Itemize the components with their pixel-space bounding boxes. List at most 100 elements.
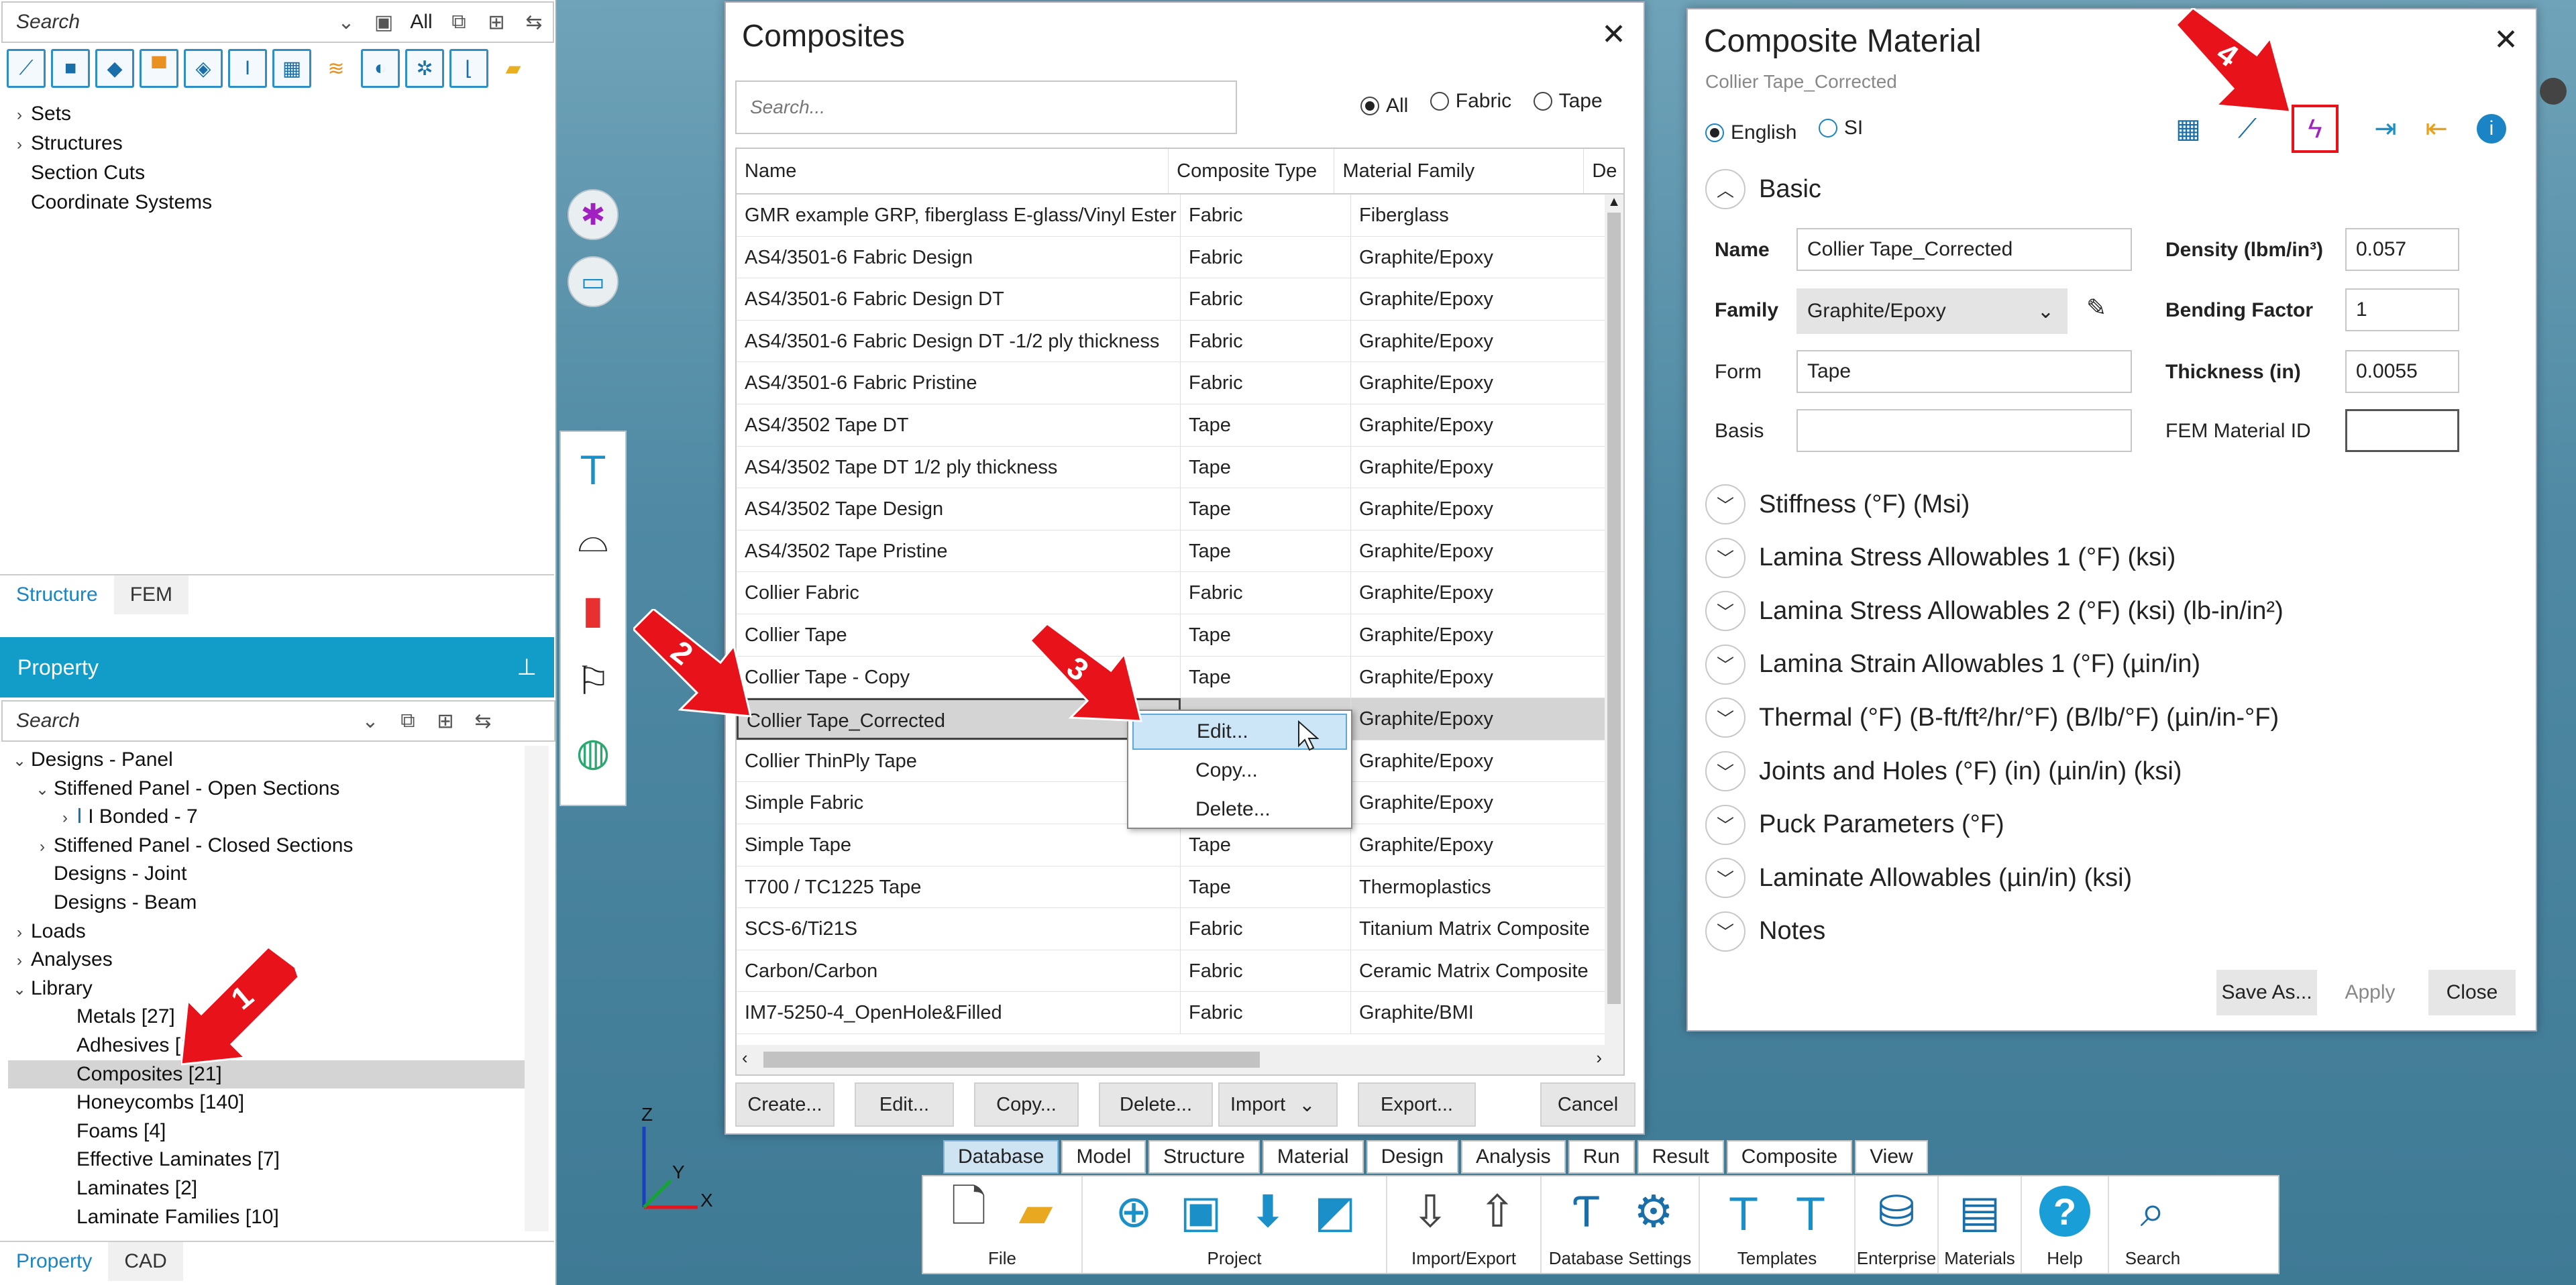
material-section-header[interactable]: ﹀ Stiffness (°F) (Msi) bbox=[1705, 484, 1970, 524]
property-tree-item[interactable]: ⌄ Designs - Panel bbox=[8, 746, 525, 775]
property-tree-item[interactable]: Laminates [2] bbox=[8, 1174, 525, 1203]
project-download-icon[interactable]: ⬇ bbox=[1240, 1183, 1296, 1239]
chevron-down-icon[interactable]: ﹀ bbox=[1705, 484, 1746, 524]
table-row[interactable]: Collier Fabric Fabric Graphite/Epoxy bbox=[737, 572, 1623, 614]
close-button[interactable]: Close bbox=[2428, 970, 2516, 1015]
help-icon[interactable]: ? bbox=[2037, 1183, 2093, 1239]
property-tree-item[interactable]: Designs - Joint bbox=[8, 860, 525, 889]
property-tree-item[interactable]: Honeycombs [140] bbox=[8, 1088, 525, 1117]
property-tree-item[interactable]: Effective Laminates [7] bbox=[8, 1146, 525, 1174]
chevron-down-icon[interactable]: ﹀ bbox=[1705, 591, 1746, 632]
caret-right-icon[interactable]: › bbox=[8, 101, 31, 130]
caret-right-icon[interactable]: › bbox=[54, 804, 76, 833]
table-row[interactable]: AS4/3501-6 Fabric Design DT -1/2 ply thi… bbox=[737, 320, 1623, 363]
property-tree-scrollbar[interactable] bbox=[525, 746, 549, 1231]
filter-all-button[interactable]: All bbox=[402, 3, 440, 41]
table-row[interactable]: SCS-6/Ti21S Fabric Titanium Matrix Composi… bbox=[737, 908, 1623, 950]
close-icon[interactable]: ✕ bbox=[1601, 17, 1626, 52]
scroll-right-icon[interactable]: › bbox=[1596, 1048, 1602, 1068]
scene-widget-icon[interactable] bbox=[2540, 78, 2567, 105]
tab-property[interactable]: Property bbox=[0, 1242, 109, 1281]
glasses-icon[interactable]: ⌓ bbox=[561, 503, 625, 574]
ribbon-tab[interactable]: Model bbox=[1061, 1140, 1146, 1174]
save-as-button[interactable]: Save As... bbox=[2216, 970, 2317, 1015]
box-icon[interactable]: ▦ bbox=[272, 49, 311, 88]
joint-icon[interactable]: ◐ bbox=[361, 49, 400, 88]
asterisk-icon[interactable]: ✱ bbox=[568, 189, 619, 240]
folder-icon[interactable]: ▰ bbox=[494, 49, 533, 88]
donut-chart-icon[interactable]: ◍ bbox=[561, 716, 625, 787]
unit-radio-si[interactable]: SI bbox=[1818, 117, 1863, 139]
new-file-icon[interactable]: 🗋 bbox=[941, 1181, 997, 1239]
chevron-up-icon[interactable]: ︿ bbox=[1705, 169, 1746, 209]
caret-right-icon[interactable]: › bbox=[8, 130, 31, 160]
property-tree-item[interactable]: Designs - Beam bbox=[8, 889, 525, 917]
bending-factor-field[interactable]: 1 bbox=[2345, 288, 2459, 331]
table-row[interactable]: Simple Tape Tape Graphite/Epoxy bbox=[737, 824, 1623, 867]
material-section-header[interactable]: ﹀ Lamina Stress Allowables 1 (°F) (ksi) bbox=[1705, 537, 2176, 578]
chevron-down-icon[interactable]: ﹀ bbox=[1705, 697, 1746, 738]
flag-icon[interactable]: ⚐ bbox=[561, 645, 625, 716]
table-row[interactable]: T700 / TC1225 Tape Tape Thermoplastics bbox=[737, 866, 1623, 909]
material-section-header[interactable]: ﹀ Lamina Strain Allowables 1 (°F) (µin/in… bbox=[1705, 644, 2200, 685]
property-tree-item[interactable]: › Loads bbox=[8, 917, 525, 946]
stiffener-icon[interactable]: ▀ bbox=[140, 49, 178, 88]
template-stack-icon[interactable]: Ｔ bbox=[1782, 1183, 1839, 1239]
export-arrow-icon[interactable]: ⇥ bbox=[2365, 109, 2406, 149]
package-icon[interactable]: ◩ bbox=[1307, 1183, 1363, 1239]
tree-item-sets[interactable]: › Sets bbox=[8, 99, 547, 129]
column-header-description[interactable]: De bbox=[1584, 149, 1623, 193]
search-icon[interactable]: ⌕ bbox=[2125, 1183, 2181, 1239]
table-row[interactable]: AS4/3502 Tape Pristine Tape Graphite/Epoxy bbox=[737, 530, 1623, 573]
context-menu-copy[interactable]: Copy... bbox=[1132, 752, 1347, 789]
caret-down-icon[interactable]: ⌄ bbox=[8, 747, 31, 776]
hierarchy-icon[interactable]: ⊞ bbox=[427, 702, 464, 740]
caret-down-icon[interactable]: ⌄ bbox=[8, 976, 31, 1005]
tree-item-coordinate-systems[interactable]: Coordinate Systems bbox=[8, 188, 547, 217]
copy-button[interactable]: Copy... bbox=[974, 1082, 1079, 1127]
family-dropdown[interactable]: Graphite/Epoxy ⌄ bbox=[1796, 288, 2068, 334]
table-horizontal-scrollbar[interactable]: ‹ › bbox=[737, 1045, 1607, 1074]
edit-button[interactable]: Edit... bbox=[855, 1082, 954, 1127]
table-row[interactable]: AS4/3502 Tape Design Tape Graphite/Epoxy bbox=[737, 488, 1623, 530]
form-field[interactable]: Tape bbox=[1796, 350, 2132, 393]
table-row[interactable]: Carbon/Carbon Fabric Ceramic Matrix Compos… bbox=[737, 950, 1623, 993]
chevron-down-icon[interactable]: ﹀ bbox=[1705, 804, 1746, 845]
tree-item-section-cuts[interactable]: Section Cuts bbox=[8, 158, 547, 188]
template-icon[interactable]: Ｔ bbox=[1715, 1183, 1772, 1239]
copy-icon[interactable]: ⧉ bbox=[389, 702, 427, 740]
layers-icon[interactable]: ≋ bbox=[317, 49, 356, 88]
scroll-thumb-horizontal[interactable] bbox=[763, 1052, 1260, 1068]
column-header-name[interactable]: Name bbox=[737, 149, 1169, 193]
table-row[interactable]: IM7-5250-4_OpenHole&Filled Fabric Graphite… bbox=[737, 992, 1623, 1034]
filter-radio-all[interactable]: All bbox=[1360, 95, 1408, 117]
table-row[interactable]: Collier Tape - Copy Tape Graphite/Epoxy bbox=[737, 656, 1623, 699]
ribbon-tab[interactable]: Structure bbox=[1148, 1140, 1260, 1174]
chevron-down-icon[interactable]: ﹀ bbox=[1705, 751, 1746, 791]
gear-icon[interactable]: ⚙ bbox=[1625, 1183, 1682, 1239]
import-button[interactable]: Import ⌄ bbox=[1218, 1082, 1338, 1127]
table-row[interactable]: Collier Tape Tape Graphite/Epoxy bbox=[737, 614, 1623, 657]
ribbon-tab[interactable]: Design bbox=[1366, 1140, 1458, 1174]
lightning-icon[interactable]: ϟ bbox=[2292, 105, 2339, 153]
ribbon-tab[interactable]: Composite bbox=[1726, 1140, 1853, 1174]
context-menu-delete[interactable]: Delete... bbox=[1132, 791, 1347, 828]
fem-material-id-field[interactable] bbox=[2345, 409, 2459, 452]
gear-icon[interactable]: ✲ bbox=[405, 49, 444, 88]
material-section-header[interactable]: ﹀ Thermal (°F) (B-ft/ft²/hr/°F) (B/lb/°F)… bbox=[1705, 697, 2279, 738]
property-search-input[interactable]: Search bbox=[3, 710, 352, 732]
table-row[interactable]: AS4/3502 Tape DT 1/2 ply thickness Tape Gr… bbox=[737, 446, 1623, 489]
color-scale-icon[interactable]: ▮ bbox=[561, 574, 625, 645]
import-arrow-icon[interactable]: ⇤ bbox=[2416, 109, 2457, 149]
project-copy-icon[interactable]: ▣ bbox=[1173, 1183, 1229, 1239]
hierarchy-icon[interactable]: ⊞ bbox=[478, 3, 515, 41]
chevron-down-icon[interactable]: ﹀ bbox=[1705, 644, 1746, 685]
create-button[interactable]: Create... bbox=[735, 1082, 835, 1127]
rectangle-select-icon[interactable]: ▭ bbox=[568, 256, 619, 307]
swap-icon[interactable]: ⇆ bbox=[515, 3, 553, 41]
caret-right-icon[interactable]: › bbox=[8, 947, 31, 976]
axis-icon[interactable]: ⌊ bbox=[449, 49, 488, 88]
chevron-down-icon[interactable]: ⌄ bbox=[352, 702, 389, 740]
caret-down-icon[interactable]: ⌄ bbox=[31, 776, 54, 805]
structure-search-input[interactable]: Search bbox=[3, 11, 327, 34]
